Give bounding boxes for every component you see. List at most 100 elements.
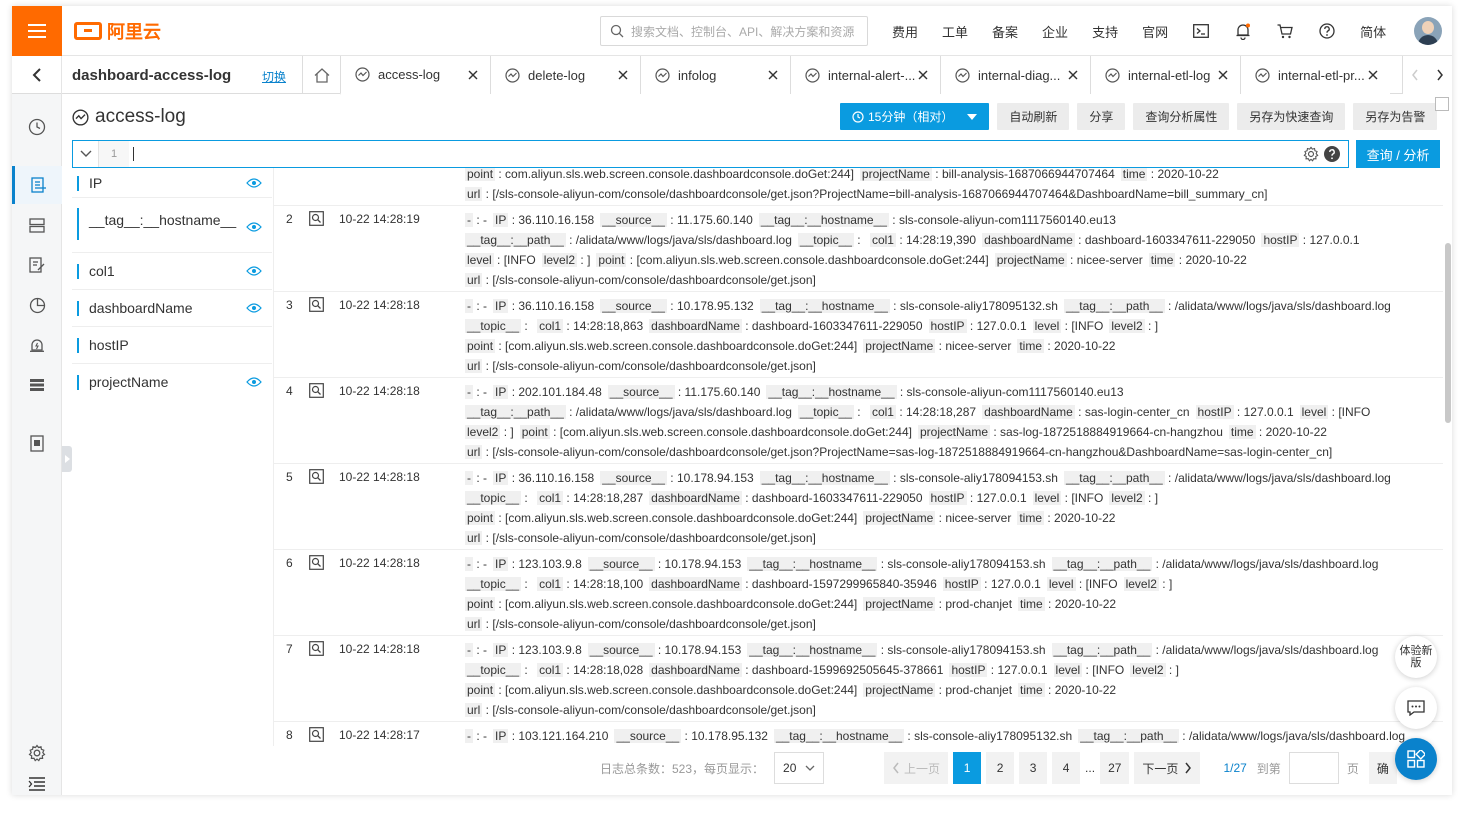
log-value[interactable]: 2020-10-22 [1054, 339, 1115, 353]
log-key[interactable]: __source__ [614, 729, 682, 743]
log-key[interactable]: __tag__:__path__ [465, 405, 566, 419]
field-item[interactable]: projectName [72, 364, 272, 401]
log-value[interactable]: 127.0.0.1 [991, 577, 1041, 591]
log-key[interactable]: projectName [863, 683, 936, 697]
log-key[interactable]: point [596, 253, 627, 267]
log-key[interactable]: - [465, 385, 473, 399]
log-key[interactable]: __topic__ [465, 319, 522, 333]
log-value[interactable]: [INFO [504, 253, 536, 267]
context-search-icon[interactable] [309, 297, 324, 312]
log-key[interactable]: - [465, 729, 473, 743]
tab-internal-diag[interactable]: internal-diag... [940, 56, 1090, 94]
sidebar-logstores[interactable] [12, 166, 62, 204]
log-value[interactable]: /alidata/www/logs/java/sls/dashboard.log [1175, 471, 1391, 485]
log-value[interactable]: - [483, 213, 487, 227]
log-key[interactable]: hostIP [1195, 405, 1234, 419]
log-key[interactable]: level [1299, 405, 1329, 419]
log-value[interactable]: /alidata/www/logs/java/sls/dashboard.log [1175, 299, 1391, 313]
log-value[interactable]: ] [1155, 491, 1158, 505]
log-value[interactable]: - [483, 643, 487, 657]
query-history-toggle[interactable] [73, 141, 99, 167]
log-key[interactable]: url [465, 531, 483, 545]
log-value[interactable]: 2020-10-22 [1054, 511, 1115, 525]
log-value[interactable]: sls-console-aliy178094153.sh [900, 471, 1058, 485]
log-value[interactable]: bill-analysis-1687066944707464 [942, 168, 1115, 181]
log-key[interactable]: __tag__:__path__ [1051, 557, 1153, 571]
log-key[interactable]: projectName [863, 339, 936, 353]
log-value[interactable]: 11.175.60.140 [685, 385, 761, 399]
log-value[interactable]: 2020-10-22 [1055, 597, 1116, 611]
log-value[interactable]: 14:28:19,390 [906, 233, 976, 247]
global-search-input[interactable]: 搜索文档、控制台、API、解决方案和资源 [600, 16, 868, 46]
log-value[interactable]: sls-console-aliy178095132.sh [900, 299, 1058, 313]
log-value[interactable]: 127.0.0.1 [1309, 233, 1359, 247]
log-key[interactable]: url [465, 445, 483, 459]
log-value[interactable]: 127.0.0.1 [977, 319, 1027, 333]
log-value[interactable]: 202.101.184.48 [518, 385, 601, 399]
log-value[interactable]: ] [1169, 577, 1172, 591]
close-tab-button[interactable] [616, 68, 630, 82]
log-value[interactable]: sls-console-aliyun-com1117560140.eu13 [899, 213, 1116, 227]
log-key[interactable]: __topic__ [465, 663, 522, 677]
log-value[interactable]: 2020-10-22 [1055, 683, 1116, 697]
log-key[interactable]: url [465, 273, 483, 287]
log-key[interactable]: dashboardName [982, 405, 1075, 419]
back-button[interactable] [12, 56, 62, 94]
hamburger-menu-button[interactable] [12, 6, 62, 56]
nav-filing[interactable]: 备案 [980, 6, 1030, 56]
log-key[interactable]: col1 [869, 233, 896, 247]
field-item[interactable]: col1 [72, 253, 272, 290]
log-key[interactable]: col1 [537, 491, 564, 505]
log-value[interactable]: [/sls-console-aliyun-com/console/dashboa… [492, 531, 816, 545]
log-key[interactable]: dashboardName [649, 577, 742, 591]
log-key[interactable]: time [1018, 597, 1045, 611]
log-key[interactable]: projectName [917, 425, 991, 439]
log-value[interactable]: ] [587, 253, 590, 267]
log-key[interactable]: level [1046, 577, 1076, 591]
log-value[interactable]: [com.aliyun.sls.web.screen.console.dashb… [505, 511, 857, 525]
log-key[interactable]: __tag__:__path__ [1051, 643, 1153, 657]
log-value[interactable]: 10.178.95.132 [691, 729, 768, 743]
page-2[interactable]: 2 [986, 752, 1015, 784]
log-key[interactable]: __tag__:__path__ [1063, 299, 1165, 313]
sidebar-data-processing[interactable] [12, 366, 62, 404]
log-key[interactable]: - [465, 643, 473, 657]
next-page-button[interactable]: 下一页 [1134, 752, 1201, 784]
log-value[interactable]: /alidata/www/logs/java/sls/dashboard.log [1162, 557, 1378, 571]
query-editor[interactable]: 1 [72, 140, 1349, 168]
log-key[interactable]: col1 [869, 405, 896, 419]
log-key[interactable]: projectName [863, 511, 936, 525]
log-key[interactable]: __topic__ [465, 577, 522, 591]
log-value[interactable]: /alidata/www/logs/java/sls/dashboard.log [576, 233, 792, 247]
sidebar-export[interactable] [12, 424, 62, 462]
log-key[interactable]: __source__ [587, 557, 655, 571]
log-key[interactable]: - [465, 213, 473, 227]
nav-tickets[interactable]: 工单 [930, 6, 980, 56]
page-size-select[interactable]: 20 [774, 752, 825, 784]
tab-internal-etl-pr[interactable]: internal-etl-pr... [1240, 56, 1390, 94]
log-key[interactable]: __tag__:__hostname__ [747, 643, 878, 657]
context-search-icon[interactable] [309, 641, 324, 656]
log-value[interactable]: - [483, 385, 487, 399]
log-value[interactable]: sls-console-aliy178095132.sh [914, 729, 1072, 743]
log-key[interactable]: url [465, 359, 483, 373]
log-value[interactable]: [/sls-console-aliyun-com/console/dashboa… [492, 273, 816, 287]
log-key[interactable]: __tag__:__path__ [1063, 471, 1165, 485]
log-key[interactable]: point [519, 425, 550, 439]
log-value[interactable]: 10.178.94.153 [665, 557, 742, 571]
eye-icon[interactable] [246, 266, 262, 276]
log-key[interactable]: projectName [863, 597, 936, 611]
log-value[interactable]: 2020-10-22 [1266, 425, 1327, 439]
goto-confirm-button[interactable]: 确 [1368, 752, 1397, 784]
time-range-button[interactable]: 15分钟（相对） [840, 103, 990, 130]
notification-button[interactable] [1222, 6, 1264, 56]
log-key[interactable]: __tag__:__path__ [1078, 729, 1179, 743]
log-value[interactable]: 2020-10-22 [1157, 168, 1218, 181]
log-key[interactable]: time [1228, 425, 1256, 439]
page-4[interactable]: 4 [1052, 752, 1081, 784]
log-value[interactable]: sls-console-aliy178094153.sh [887, 643, 1045, 657]
log-value[interactable]: 14:28:18,287 [906, 405, 976, 419]
log-key[interactable]: dashboardName [649, 319, 742, 333]
log-key[interactable]: url [465, 187, 483, 201]
context-search-icon[interactable] [309, 727, 324, 742]
